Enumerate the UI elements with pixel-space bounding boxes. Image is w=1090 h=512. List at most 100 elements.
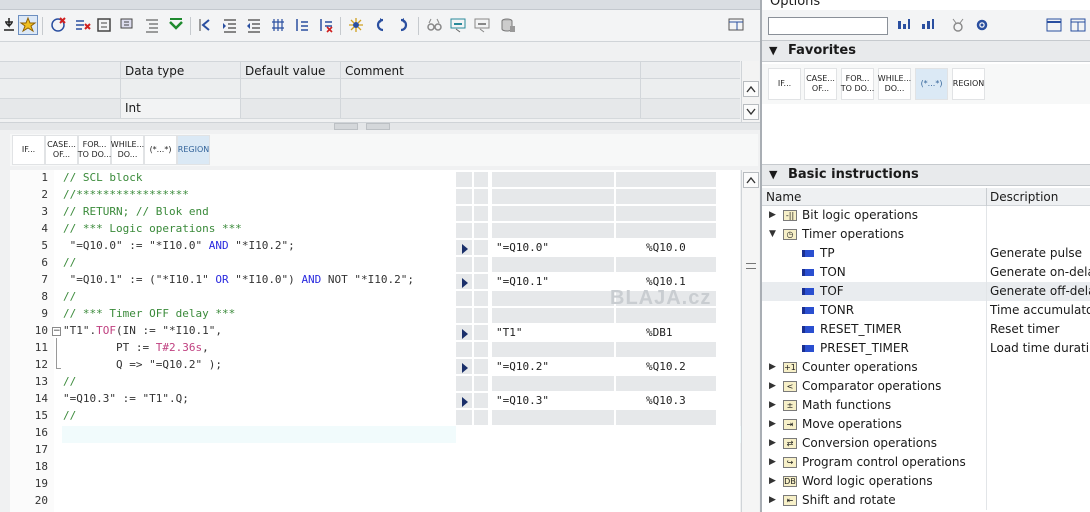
expand-triangle-icon[interactable]: ▶ <box>769 377 776 396</box>
scroll-grip-icon[interactable] <box>746 263 756 269</box>
expand-triangle-icon[interactable]: ▶ <box>769 415 776 434</box>
comment-icon[interactable] <box>118 15 138 35</box>
monitoring-glasses-icon[interactable] <box>424 15 444 35</box>
collapse-chevron-icon[interactable]: ▼ <box>769 165 777 185</box>
scroll-up-icon[interactable] <box>743 81 759 97</box>
layout-single-icon[interactable] <box>1044 15 1064 35</box>
expand-triangle-icon[interactable]: ▶ <box>769 206 776 225</box>
bookmark-set-icon[interactable] <box>292 15 312 35</box>
instruction-item[interactable]: TOF Generate off-delay <box>762 282 1090 301</box>
step-back-icon[interactable] <box>196 15 216 35</box>
expand-triangle-icon[interactable]: ▶ <box>769 491 776 510</box>
code-line[interactable]: // SCL block <box>63 171 142 184</box>
detail-view-icon[interactable] <box>726 15 746 35</box>
indent-icon[interactable] <box>220 15 240 35</box>
favorites-section-header[interactable]: ▼ Favorites <box>762 40 1090 62</box>
fav-region-button[interactable]: REGION <box>952 68 985 100</box>
instruction-item[interactable]: PRESET_TIMER Load time durati... <box>762 339 1090 358</box>
goto-previous-icon[interactable] <box>370 15 390 35</box>
compile-check-icon[interactable] <box>166 15 186 35</box>
monitor-arrow-icon[interactable] <box>462 362 468 373</box>
breakpoint-icon[interactable] <box>346 15 366 35</box>
lines-icon[interactable] <box>142 15 162 35</box>
code-line[interactable]: // <box>63 256 76 269</box>
collapse-chevron-icon[interactable]: ▼ <box>769 41 777 61</box>
instruction-folder[interactable]: ▶ -|| Bit logic operations <box>762 206 1090 225</box>
search-down-icon[interactable] <box>894 15 914 35</box>
editor-scrollbar[interactable] <box>741 170 759 512</box>
monitor-arrow-icon[interactable] <box>462 277 468 288</box>
instruction-folder[interactable]: ▶ +1 Counter operations <box>762 358 1090 377</box>
bookmark-clear-icon[interactable] <box>316 15 336 35</box>
scl-comment-button[interactable]: (*...*) <box>144 135 177 165</box>
instruction-folder[interactable]: ▶ ↪ Program control operations <box>762 453 1090 472</box>
code-line[interactable]: // <box>63 375 76 388</box>
code-line[interactable]: //***************** <box>63 188 189 201</box>
column-icon[interactable] <box>268 15 288 35</box>
code-line[interactable]: "=Q10.0" := "*I10.0" AND "*I10.2"; <box>63 239 295 252</box>
pane-splitter[interactable] <box>0 122 760 130</box>
filter-icon[interactable] <box>948 15 968 35</box>
database-icon[interactable] <box>498 15 518 35</box>
splitter-up-icon[interactable] <box>334 123 358 130</box>
settings-gear-icon[interactable] <box>972 15 992 35</box>
interface-scrollbar[interactable] <box>741 61 759 122</box>
monitor-arrow-icon[interactable] <box>462 243 468 254</box>
code-line[interactable]: PT := T#2.36s, <box>63 341 209 354</box>
expand-triangle-icon[interactable]: ▶ <box>769 472 776 491</box>
code-line[interactable]: Q => "=Q10.2" ); <box>63 358 222 371</box>
search-up-icon[interactable] <box>918 15 938 35</box>
favorites-star-icon[interactable] <box>18 15 38 35</box>
collapse-triangle-icon[interactable]: ▼ <box>769 225 776 244</box>
code-line[interactable]: // RETURN; // Blok end <box>63 205 209 218</box>
code-line[interactable]: "T1".TOF(IN := "*I10.1", <box>63 324 222 337</box>
scl-if-button[interactable]: IF... <box>12 135 45 165</box>
scroll-down-icon[interactable] <box>743 104 759 120</box>
network-icon[interactable] <box>94 15 114 35</box>
splitter-down-icon[interactable] <box>366 123 390 130</box>
editor-scroll-up-icon[interactable] <box>743 172 759 188</box>
monitor-off-icon[interactable] <box>472 15 492 35</box>
code-line[interactable]: "=Q10.1" := ("*I10.1" OR "*I10.0") AND N… <box>63 273 414 286</box>
fold-collapse-icon[interactable]: − <box>52 327 61 336</box>
fav-for-button[interactable]: FOR... TO DO... <box>841 68 874 100</box>
outdent-icon[interactable] <box>244 15 264 35</box>
instruction-folder[interactable]: ▼ ◷ Timer operations <box>762 225 1090 244</box>
instruction-item[interactable]: TP Generate pulse <box>762 244 1090 263</box>
code-line[interactable]: // *** Logic operations *** <box>63 222 242 235</box>
basic-instructions-header[interactable]: ▼ Basic instructions <box>762 164 1090 186</box>
data-type-cell[interactable]: Int <box>120 99 240 118</box>
remove-comment-icon[interactable] <box>72 15 92 35</box>
expand-triangle-icon[interactable]: ▶ <box>769 434 776 453</box>
fav-while-button[interactable]: WHILE... DO... <box>878 68 911 100</box>
scl-for-button[interactable]: FOR... TO DO... <box>78 135 111 165</box>
code-line[interactable]: // *** Timer OFF delay *** <box>63 307 235 320</box>
instruction-item[interactable]: RESET_TIMER Reset timer <box>762 320 1090 339</box>
scl-while-button[interactable]: WHILE... DO... <box>111 135 144 165</box>
goto-next-icon[interactable] <box>394 15 414 35</box>
instruction-folder[interactable]: ▶ ± Math functions <box>762 396 1090 415</box>
code-line[interactable]: // <box>63 290 76 303</box>
interface-row[interactable] <box>0 79 740 99</box>
instruction-folder[interactable]: ▶ < Comparator operations <box>762 377 1090 396</box>
expand-triangle-icon[interactable]: ▶ <box>769 396 776 415</box>
monitor-arrow-icon[interactable] <box>462 328 468 339</box>
monitor-arrow-icon[interactable] <box>462 396 468 407</box>
scl-region-button[interactable]: REGION <box>177 135 210 165</box>
layout-split-icon[interactable] <box>1068 15 1088 35</box>
fav-comment-button[interactable]: (*...*) <box>915 68 948 100</box>
download-icon[interactable] <box>0 15 20 35</box>
instruction-search-input[interactable] <box>768 17 888 35</box>
fav-case-button[interactable]: CASE... OF... <box>804 68 837 100</box>
instruction-item[interactable]: TONR Time accumulator <box>762 301 1090 320</box>
fav-if-button[interactable]: IF... <box>768 68 801 100</box>
code-line[interactable]: // <box>63 409 76 422</box>
instruction-folder[interactable]: ▶ ⇥ Move operations <box>762 415 1090 434</box>
code-line[interactable]: "=Q10.3" := "T1".Q; <box>63 392 189 405</box>
scl-code-editor[interactable]: − 1 // SCL block 2 //***************** 3 // R… <box>10 170 752 512</box>
expand-triangle-icon[interactable]: ▶ <box>769 358 776 377</box>
monitor-on-icon[interactable] <box>448 15 468 35</box>
scl-case-button[interactable]: CASE... OF... <box>45 135 78 165</box>
interface-row[interactable]: Int <box>0 99 740 119</box>
expand-triangle-icon[interactable]: ▶ <box>769 453 776 472</box>
